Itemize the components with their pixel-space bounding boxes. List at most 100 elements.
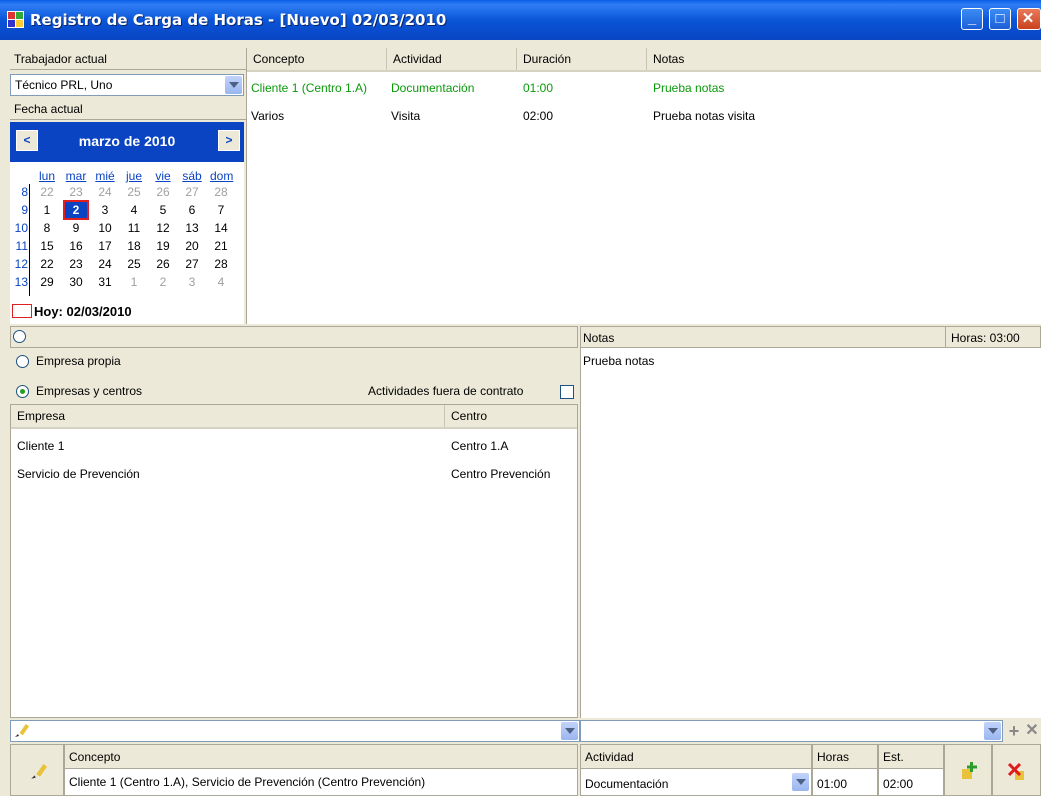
col-actividad[interactable]: Actividad [387,48,517,70]
activity-filter-combo[interactable] [580,720,1003,742]
title-bar[interactable]: Registro de Carga de Horas - [Nuevo] 02/… [0,0,1041,40]
today-link[interactable]: Hoy: 02/03/2010 [34,304,132,319]
worker-combo[interactable]: Técnico PRL, Uno [10,74,244,96]
notes-textarea[interactable]: Prueba notas [580,348,1041,718]
concept-combo[interactable] [10,720,580,742]
col-concepto[interactable]: Concepto [247,48,387,70]
table-row[interactable]: Cliente 1 (Centro 1.A) Documentación 01:… [247,76,1041,100]
calendar-day[interactable]: 15 [36,238,58,254]
calendar-day[interactable]: 22 [36,256,58,272]
calendar-day[interactable]: 9 [65,220,87,236]
calendar-day[interactable]: 4 [123,202,145,218]
chevron-down-icon[interactable] [561,722,578,740]
next-month-button[interactable]: > [218,130,240,151]
calendar-day[interactable]: 11 [123,220,145,236]
calendar-day[interactable]: 13 [181,220,203,236]
calendar-day[interactable]: 20 [181,238,203,254]
calendar-day[interactable]: 23 [65,184,87,200]
calendar-day[interactable]: 30 [65,274,87,290]
radio-empresa-propia[interactable] [16,355,29,368]
add-entry-button[interactable] [944,744,992,796]
companies-grid[interactable]: Empresa Centro Cliente 1 Centro 1.A Serv… [10,404,578,718]
chevron-down-icon[interactable] [984,722,1001,740]
calendar-day[interactable]: 26 [152,184,174,200]
calendar-day[interactable]: 12 [152,220,174,236]
col-duracion[interactable]: Duración [517,48,647,70]
edit-row-button[interactable] [10,744,64,796]
calendar-day[interactable]: 22 [36,184,58,200]
calendar-day[interactable]: 14 [210,220,232,236]
radio-empresas-centros[interactable] [16,385,29,398]
col-empresa[interactable]: Empresa [11,405,445,427]
minimize-button[interactable]: _ [961,8,983,30]
close-icon: ✕ [1021,10,1035,27]
calendar-day[interactable]: 3 [94,202,116,218]
calendar-day[interactable]: 10 [94,220,116,236]
col-centro[interactable]: Centro [445,405,577,427]
calendar-day[interactable]: 1 [123,274,145,290]
calendar-day[interactable]: 28 [210,256,232,272]
calendar-grid: 8 22 23 24 25 26 27 28 9 1 2 3 4 5 6 7 10 8 9 10 11 12 13 14 11 1… [10,184,244,296]
table-row[interactable]: Cliente 1 Centro 1.A [11,437,577,457]
window-title: Registro de Carga de Horas - [Nuevo] 02/… [30,11,447,29]
calendar-day[interactable]: 1 [36,202,58,218]
calendar-day[interactable]: 29 [36,274,58,290]
calendar-dayname: lun [38,169,55,183]
calendar-day[interactable]: 8 [36,220,58,236]
cell-notas: Prueba notas visita [653,109,756,123]
delete-icon[interactable]: ✕ [1022,721,1041,741]
radio-empresa-propia-label: Empresa propia [36,354,121,368]
chevron-down-icon[interactable] [225,76,242,94]
add-icon [962,762,977,779]
calendar-day[interactable]: 5 [152,202,174,218]
worker-value: Técnico PRL, Uno [15,78,113,92]
calendar-day[interactable]: 28 [210,184,232,200]
calendar-day[interactable]: 27 [181,184,203,200]
hours-total: Horas: 03:00 [951,331,1020,345]
calendar-day[interactable]: 26 [152,256,174,272]
month-calendar[interactable]: < marzo de 2010 > lun mar mié jue vie sáb dom … [10,122,244,324]
calendar-daynames: lun mar mié jue vie sáb dom [36,168,244,183]
maximize-button[interactable]: □ [989,8,1011,30]
entries-grid[interactable]: Concepto Actividad Duración Notas Client… [246,48,1041,324]
edit-icon [31,764,47,779]
calendar-day[interactable]: 25 [123,256,145,272]
concept-editor[interactable]: Concepto Cliente 1 (Centro 1.A), Servici… [64,744,578,796]
activity-editor[interactable]: Actividad Documentación [580,744,812,796]
outside-contract-checkbox[interactable] [560,385,574,399]
close-button[interactable]: ✕ [1017,8,1041,30]
calendar-day[interactable]: 6 [181,202,203,218]
col-notas[interactable]: Notas [647,48,1041,70]
calendar-day[interactable]: 19 [152,238,174,254]
calendar-day[interactable]: 16 [65,238,87,254]
calendar-day[interactable]: 7 [210,202,232,218]
delete-entry-button[interactable] [992,744,1041,796]
calendar-day[interactable]: 31 [94,274,116,290]
hours-editor[interactable]: Horas 01:00 [812,744,878,796]
calendar-day[interactable]: 25 [123,184,145,200]
calendar-day[interactable]: 3 [181,274,203,290]
cell-actividad: Visita [391,109,421,123]
estimate-editor[interactable]: Est. 02:00 [878,744,944,796]
calendar-day[interactable]: 4 [210,274,232,290]
cell-duracion: 01:00 [523,81,554,95]
table-row[interactable]: Varios Visita 02:00 Prueba notas visita [247,104,1041,128]
calendar-header: < marzo de 2010 > [10,122,244,162]
calendar-day[interactable]: 21 [210,238,232,254]
calendar-dayname: jue [125,169,142,183]
table-row[interactable]: Servicio de Prevención Centro Prevención [11,465,577,485]
add-icon[interactable]: + [1004,721,1024,741]
chevron-down-icon[interactable] [791,773,809,793]
calendar-day-selected[interactable]: 2 [63,200,89,220]
worker-label: Trabajador actual [10,48,246,70]
calendar-day[interactable]: 24 [94,256,116,272]
maximize-icon: □ [995,10,1005,27]
calendar-day[interactable]: 23 [65,256,87,272]
filter-radio[interactable] [13,330,26,343]
calendar-day[interactable]: 18 [123,238,145,254]
calendar-day[interactable]: 24 [94,184,116,200]
entries-header: Concepto Actividad Duración Notas [247,48,1041,72]
calendar-day[interactable]: 17 [94,238,116,254]
calendar-day[interactable]: 2 [152,274,174,290]
calendar-day[interactable]: 27 [181,256,203,272]
